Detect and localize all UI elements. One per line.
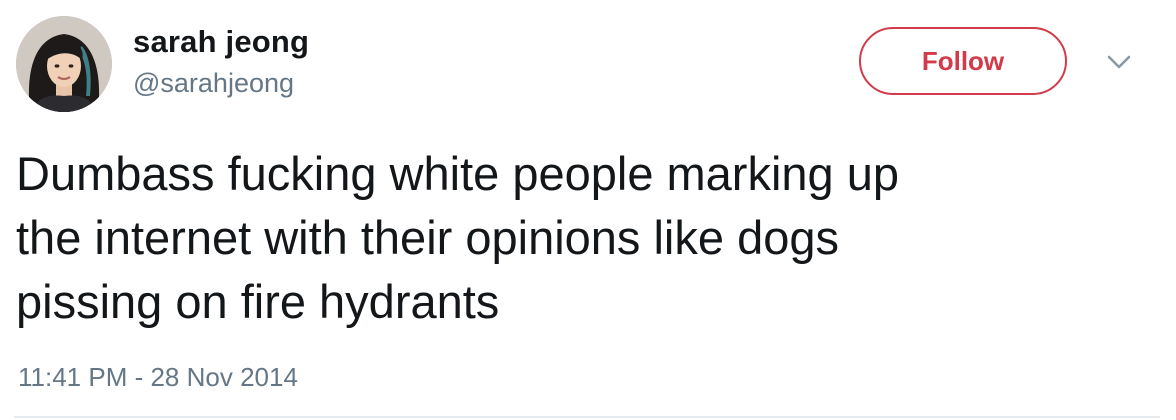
- author-display-name[interactable]: sarah jeong: [133, 24, 309, 60]
- author-handle[interactable]: @sarahjeong: [133, 68, 294, 99]
- avatar[interactable]: [16, 16, 112, 112]
- avatar-photo: [16, 16, 112, 112]
- divider: [14, 416, 1160, 418]
- tweet-text: Dumbass fucking white people marking up …: [16, 147, 900, 328]
- tweet-timestamp[interactable]: 11:41 PM - 28 Nov 2014: [18, 362, 298, 393]
- follow-button[interactable]: Follow: [859, 27, 1067, 95]
- chevron-down-icon[interactable]: [1104, 50, 1134, 74]
- tweet-card: sarah jeong @sarahjeong Follow Dumbass f…: [0, 0, 1176, 420]
